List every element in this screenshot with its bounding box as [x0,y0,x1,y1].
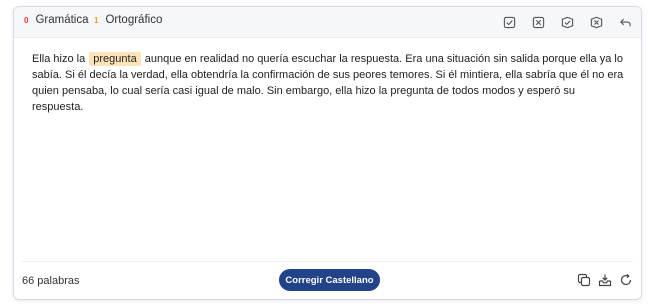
undo-icon[interactable] [617,14,633,30]
correct-button[interactable]: Corregir Castellano [279,269,380,291]
footer-tools [576,272,634,288]
editor-card: 0 Gramática 1 Ortográfico Ella hizo la p… [13,6,642,300]
grammar-count: 0 [24,15,29,25]
x-square-icon[interactable] [530,14,546,30]
footer-divider [22,261,633,262]
top-bar: 0 Gramática 1 Ortográfico [14,7,641,38]
tab-grammar-label: Gramática [35,14,89,26]
check-circle-icon[interactable] [559,14,575,30]
check-square-icon[interactable] [501,14,517,30]
toolbar [501,14,633,30]
download-tray-icon[interactable] [597,272,613,288]
tab-spelling[interactable]: 1 Ortográfico [94,14,162,26]
tab-spelling-label: Ortográfico [105,14,163,26]
tab-grammar[interactable]: 0 Gramática [24,14,89,26]
spelling-count: 1 [94,15,99,25]
word-count: 66 palabras [22,275,80,287]
reload-icon[interactable] [618,272,634,288]
text-before-highlight: Ella hizo la [32,53,86,65]
document-text[interactable]: Ella hizo la pregunta aunque en realidad… [32,51,628,115]
spelling-highlight[interactable]: pregunta [89,52,141,66]
copy-icon[interactable] [576,272,592,288]
x-circle-icon[interactable] [588,14,604,30]
